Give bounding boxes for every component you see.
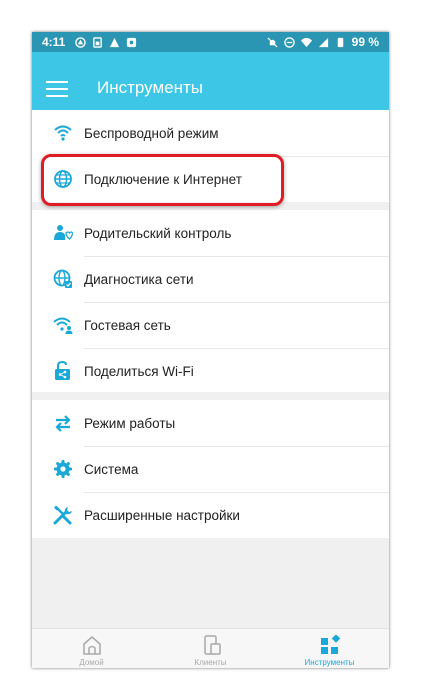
menu-item-parental-control[interactable]: Родительский контроль	[32, 210, 389, 256]
status-bar: 4:11 99 %	[32, 32, 389, 52]
home-icon	[83, 636, 101, 655]
nav-tools[interactable]: Инструменты	[270, 629, 389, 668]
status-time: 4:11	[42, 35, 66, 49]
system-icons: 99 %	[267, 35, 379, 49]
menu-item-label: Родительский контроль	[84, 225, 232, 241]
menu-item-label: Беспроводной режим	[84, 125, 219, 141]
menu-item-diagnostics[interactable]: Диагностика сети	[32, 256, 389, 302]
parental-control-icon	[54, 225, 73, 240]
battery-percent: 99 %	[351, 35, 379, 49]
nav-label: Клиенты	[194, 658, 227, 667]
nav-home[interactable]: Домой	[32, 629, 151, 668]
tools-grid-icon	[321, 635, 341, 654]
nav-label: Инструменты	[304, 658, 355, 667]
bottom-navigation: Домой Клиенты Инструменты	[32, 628, 389, 668]
menu-item-wireless[interactable]: Беспроводной режим	[32, 110, 389, 156]
nav-clients[interactable]: Клиенты	[151, 629, 270, 668]
menu-group-system: Режим работы Система Расширенные настрой…	[32, 400, 389, 538]
do-not-disturb-icon	[283, 36, 295, 48]
menu-item-label: Расширенные настройки	[84, 507, 240, 523]
menu-item-operation-mode[interactable]: Режим работы	[32, 400, 389, 446]
warning-icon	[110, 37, 120, 47]
network-diagnostics-icon	[53, 269, 72, 288]
highlight-frame	[41, 154, 284, 206]
menu-item-system[interactable]: Система	[32, 446, 389, 492]
page-title: Инструменты	[97, 78, 204, 97]
nav-label: Домой	[79, 658, 104, 667]
battery-icon	[337, 37, 343, 47]
share-wifi-icon	[55, 361, 70, 380]
menu-item-label: Поделиться Wi-Fi	[84, 363, 194, 379]
notification-icon	[75, 36, 87, 48]
menu-item-advanced-settings[interactable]: Расширенные настройки	[32, 492, 389, 538]
menu-button[interactable]	[46, 81, 68, 97]
signal-icon	[318, 37, 328, 47]
menu-item-label: Диагностика сети	[84, 271, 194, 287]
menu-item-label: Режим работы	[84, 415, 176, 431]
menu-item-label: Гостевая сеть	[84, 317, 171, 333]
devices-icon	[204, 635, 221, 655]
notification-icons	[75, 36, 137, 48]
operation-mode-icon	[55, 415, 71, 432]
menu-item-guest-network[interactable]: Гостевая сеть	[32, 302, 389, 348]
sim-icon	[93, 36, 103, 48]
wifi-status-icon	[300, 37, 312, 47]
mute-icon	[267, 36, 278, 48]
menu-group-features: Родительский контроль Диагностика сети Г	[32, 210, 389, 392]
gear-icon	[54, 460, 72, 478]
image-icon	[127, 37, 137, 47]
menu-item-label: Система	[84, 461, 139, 477]
phone-screen: 4:11 99 % Инструменты Беспроводной режим…	[32, 32, 389, 668]
guest-wifi-icon	[53, 317, 73, 334]
wifi-icon	[54, 125, 72, 141]
menu-item-share-wifi[interactable]: Поделиться Wi-Fi	[32, 348, 389, 394]
tools-icon	[53, 505, 72, 525]
